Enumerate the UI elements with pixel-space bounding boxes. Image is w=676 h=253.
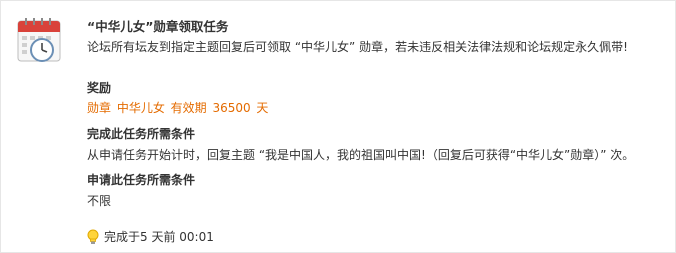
calendar-clock-icon: [17, 18, 61, 62]
requirements-heading: 完成此任务所需条件: [87, 127, 196, 141]
task-description: 论坛所有坛友到指定主题回复后可领取 “中华儿女” 勋章，若未违反相关法律法规和论…: [87, 40, 628, 54]
lightbulb-icon: [87, 229, 99, 244]
completion-status: 完成于5 天前 00:01: [87, 228, 214, 245]
reward-heading: 奖励: [87, 81, 112, 95]
apply-conditions-heading: 申请此任务所需条件: [87, 173, 196, 187]
apply-conditions-text: 不限: [87, 194, 112, 208]
task-title: “中华儿女”勋章领取任务: [87, 19, 229, 34]
reward-text: 勋章 中华儿女 有效期 36500 天: [87, 101, 269, 115]
completion-text: 完成于5 天前 00:01: [104, 230, 214, 244]
requirements-text: 从申请任务开始计时，回复主题 “我是中国人，我的祖国叫中国!（回复后可获得“中华…: [87, 148, 635, 162]
